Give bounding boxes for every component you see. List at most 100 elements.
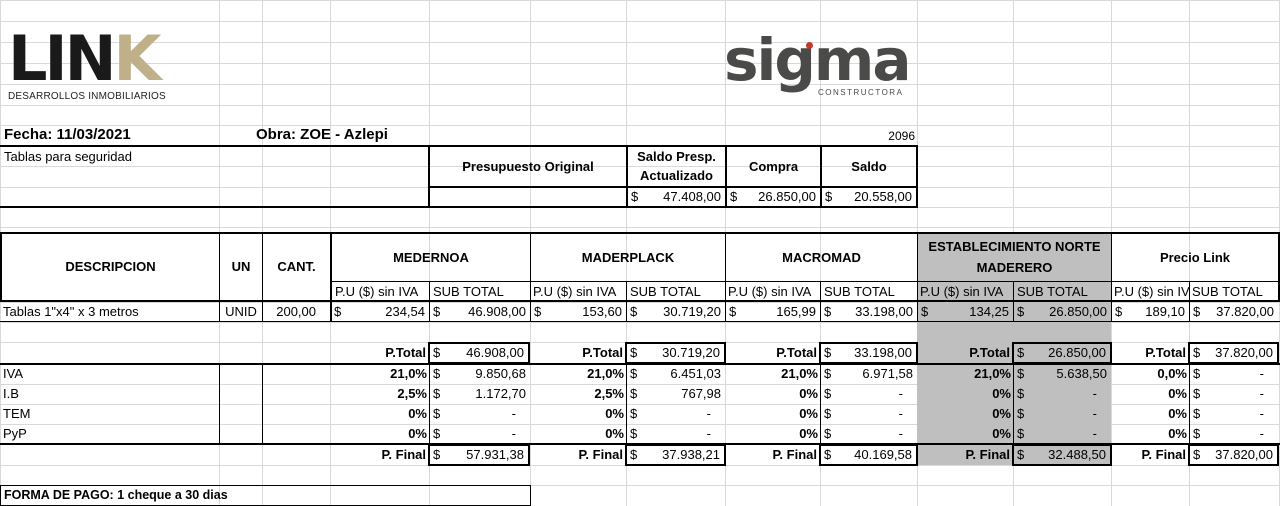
- pu-header: P.U ($) sin IVA: [533, 284, 617, 299]
- item-pu: $153,60: [534, 304, 622, 319]
- ptotal-label: P.Total: [776, 345, 817, 360]
- ib-pct: 0%: [1168, 386, 1187, 401]
- item-subtotal: $37.820,00: [1193, 304, 1274, 319]
- pyp-label: PyP: [3, 426, 27, 441]
- pfinal-value: $32.488,50: [1012, 444, 1112, 466]
- ib-value: $767,98: [630, 386, 721, 401]
- vendor-establecimiento-line2: MADERERO: [976, 260, 1053, 275]
- budget-original-header: Presupuesto Original: [428, 145, 628, 188]
- iva-pct: 21,0%: [974, 366, 1011, 381]
- payment-terms: FORMA DE PAGO: 1 cheque a 30 dias: [0, 485, 531, 506]
- link-logo-subtitle: DESARROLLOS INMOBILIARIOS: [8, 91, 166, 102]
- subtotal-header: SUB TOTAL: [433, 284, 504, 299]
- iva-label: IVA: [3, 366, 23, 381]
- ib-pct: 2,5%: [594, 386, 624, 401]
- item-subtotal: $30.719,20: [630, 304, 721, 319]
- tem-value: $ -: [630, 406, 711, 421]
- budget-compra-value: $26.850,00: [725, 186, 822, 208]
- sigma-logo: sigma CONSTRUCTORA: [724, 28, 919, 104]
- budget-saldo-amount: 20.558,00: [854, 189, 912, 204]
- ib-value: $ -: [1017, 386, 1097, 401]
- tem-pct: 0%: [799, 406, 818, 421]
- budget-saldo-act-amount: 47.408,00: [663, 189, 721, 204]
- item-pu: $165,99: [729, 304, 816, 319]
- pfinal-label: P. Final: [1141, 447, 1186, 462]
- pfinal-value: $40.169,58: [819, 444, 918, 466]
- vendor-establecimiento-header: ESTABLECIMIENTO NORTE MADERERO: [918, 234, 1111, 281]
- tem-value: $ -: [433, 406, 516, 421]
- iva-value: $5.638,50: [1017, 366, 1107, 381]
- pyp-value: $ -: [1017, 426, 1097, 441]
- pfinal-label: P. Final: [772, 447, 817, 462]
- budget-saldo-value: $20.558,00: [820, 186, 918, 208]
- item-pu: $134,25: [921, 304, 1009, 319]
- ptotal-label: P.Total: [1145, 345, 1186, 360]
- ib-value: $1.172,70: [433, 386, 526, 401]
- iva-pct: 21,0%: [781, 366, 818, 381]
- header-un: UN: [231, 259, 251, 274]
- pyp-value: $ -: [824, 426, 903, 441]
- vendor-establecimiento-line1: ESTABLECIMIENTO NORTE: [928, 239, 1101, 254]
- iva-value: $6.971,58: [824, 366, 913, 381]
- iva-value: $6.451,03: [630, 366, 721, 381]
- vendor-link-header: Precio Link: [1159, 250, 1231, 265]
- tem-label: TEM: [3, 406, 31, 421]
- ib-value: $ -: [824, 386, 903, 401]
- iva-pct: 21,0%: [587, 366, 624, 381]
- sigma-logo-dot: [806, 42, 813, 49]
- subtotal-header: SUB TOTAL: [630, 284, 701, 299]
- sigma-logo-word: sigma: [724, 26, 911, 94]
- pfinal-value: $37.938,21: [625, 444, 726, 466]
- pfinal-label: P. Final: [965, 447, 1010, 462]
- item-subtotal: $26.850,00: [1017, 304, 1107, 319]
- pu-header: P.U ($) sin IVA: [920, 284, 1004, 299]
- tem-value: $ -: [824, 406, 903, 421]
- link-logo-mark: LIN: [8, 22, 116, 95]
- header-cant: CANT.: [277, 259, 316, 274]
- pyp-value: $ -: [433, 426, 516, 441]
- item-quantity: 200,00: [276, 304, 316, 319]
- budget-saldo-header: Saldo: [820, 145, 918, 188]
- header-descripcion: DESCRIPCION: [65, 259, 156, 274]
- document-number: 2096: [888, 129, 915, 143]
- item-pu: $189,10: [1115, 304, 1185, 319]
- item-pu: $234,54: [334, 304, 425, 319]
- tem-value: $ -: [1017, 406, 1097, 421]
- ib-pct: 2,5%: [397, 386, 427, 401]
- fecha-label: Fecha: 11/03/2021: [4, 126, 131, 143]
- vendor-macromad-header: MACROMAD: [782, 250, 861, 265]
- ptotal-label: P.Total: [385, 345, 426, 360]
- pyp-value: $ -: [1193, 426, 1264, 441]
- budget-saldo-act-line2: Actualizado: [640, 168, 713, 183]
- pyp-pct: 0%: [1168, 426, 1187, 441]
- subject-label: Tablas para seguridad: [4, 149, 132, 164]
- pyp-value: $ -: [630, 426, 711, 441]
- pfinal-value: $57.931,38: [428, 444, 530, 466]
- budget-saldo-act-header: Saldo Presp. Actualizado: [626, 145, 727, 188]
- budget-compra-header: Compra: [725, 145, 822, 188]
- ib-pct: 0%: [992, 386, 1011, 401]
- item-subtotal: $33.198,00: [824, 304, 913, 319]
- subtotal-header: SUB TOTAL: [1017, 284, 1088, 299]
- pyp-pct: 0%: [408, 426, 427, 441]
- tem-pct: 0%: [1168, 406, 1187, 421]
- subtotal-header: SUB TOTAL: [824, 284, 895, 299]
- ib-pct: 0%: [799, 386, 818, 401]
- item-description: Tablas 1"x4" x 3 metros: [3, 304, 139, 319]
- ptotal-value: $37.820,00: [1188, 342, 1279, 364]
- pfinal-label: P. Final: [381, 447, 426, 462]
- ptotal-label: P.Total: [582, 345, 623, 360]
- iva-value: $ -: [1193, 366, 1264, 381]
- obra-label: Obra: ZOE - Azlepi: [256, 126, 388, 143]
- tem-pct: 0%: [605, 406, 624, 421]
- ptotal-value: $46.908,00: [428, 342, 530, 364]
- vendor-maderplack-header: MADERPLACK: [581, 250, 675, 265]
- budget-saldo-act-line1: Saldo Presp.: [637, 149, 716, 164]
- subtotal-header: SUB TOTAL: [1192, 284, 1263, 299]
- item-unit: UNID: [225, 304, 257, 319]
- ptotal-value: $33.198,00: [819, 342, 918, 364]
- ptotal-value: $30.719,20: [625, 342, 726, 364]
- ptotal-value: $26.850,00: [1012, 342, 1112, 364]
- pyp-pct: 0%: [992, 426, 1011, 441]
- ib-label: I.B: [3, 386, 19, 401]
